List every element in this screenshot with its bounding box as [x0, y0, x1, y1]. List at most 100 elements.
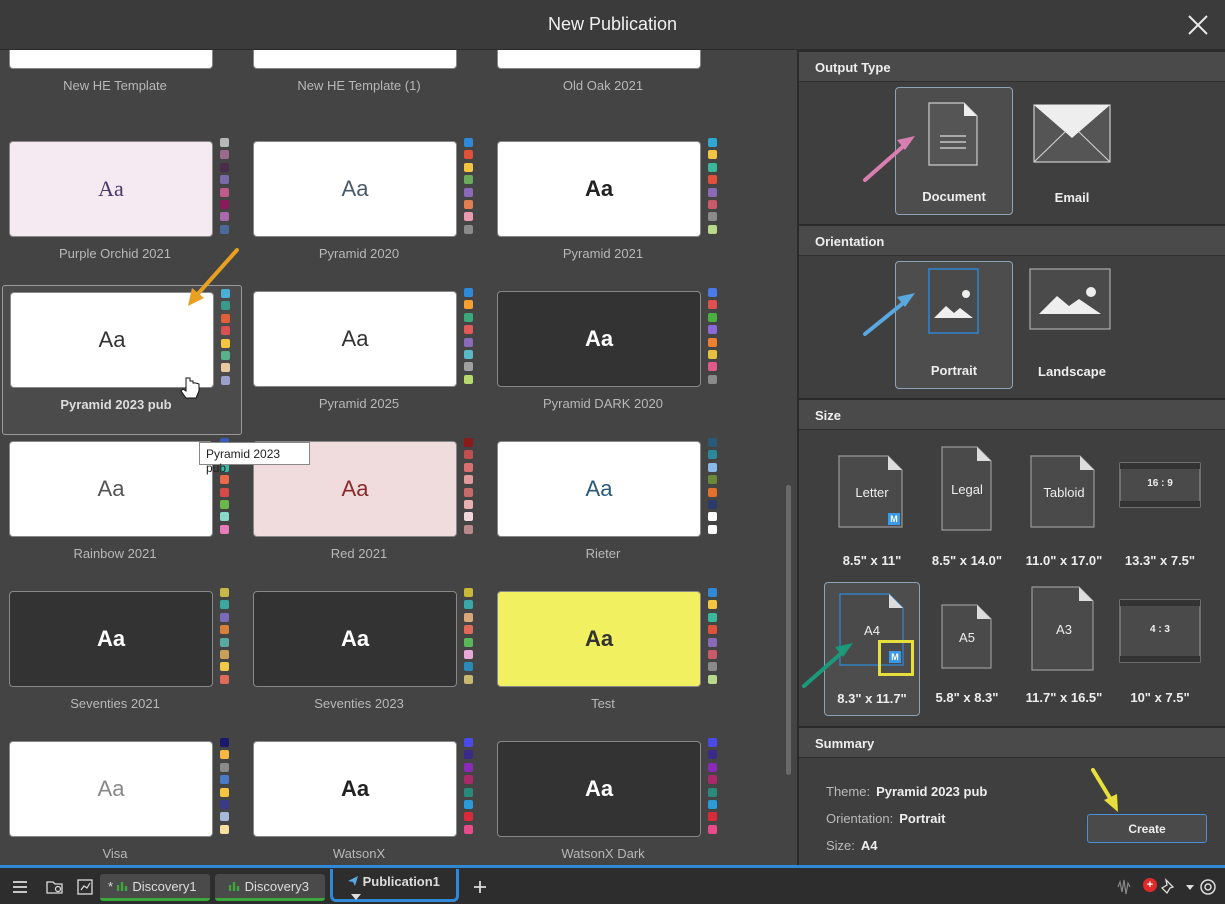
theme-preview	[9, 50, 213, 69]
caret-down-icon[interactable]	[1180, 877, 1200, 897]
data-explorer-icon[interactable]	[75, 877, 95, 897]
color-swatch	[221, 350, 230, 360]
theme-tile[interactable]: Aa Rieter	[490, 435, 730, 585]
portrait-image-icon	[928, 268, 979, 334]
theme-tile[interactable]: Aa Pyramid 2025	[246, 285, 486, 435]
tab-publication1[interactable]: Publication1	[330, 869, 459, 902]
badge-highlight-box	[878, 640, 914, 676]
color-swatch	[464, 812, 473, 822]
spiral-logo-icon[interactable]	[1198, 877, 1218, 897]
orientation-portrait-option[interactable]: Portrait	[895, 261, 1013, 389]
theme-name: Pyramid 2020	[318, 246, 400, 261]
color-swatch	[464, 775, 473, 785]
tab-discovery3[interactable]: Discovery3	[215, 874, 325, 901]
color-swatch	[708, 450, 717, 460]
theme-name: Rainbow 2021	[73, 546, 157, 561]
theme-preview: Aa	[253, 591, 457, 687]
paper-plane-icon	[348, 876, 358, 886]
theme-gallery[interactable]: New HE Template New HE Template (1) Old Oa…	[0, 50, 796, 865]
size-option[interactable]: A5 5.8" x 8.3"	[919, 582, 1015, 716]
size-option[interactable]: 16 : 9 13.3" x 7.5"	[1112, 445, 1208, 579]
size-option[interactable]: A3 11.7" x 16.5"	[1016, 582, 1112, 716]
theme-preview: Aa	[9, 741, 213, 837]
summary-theme-label: Theme:	[826, 784, 871, 799]
pin-icon[interactable]	[1158, 877, 1178, 897]
size-name: Tabloid	[1043, 485, 1085, 500]
color-swatch	[220, 824, 229, 834]
orientation-landscape-option[interactable]: Landscape	[1013, 261, 1131, 389]
output-document-option[interactable]: Document	[895, 87, 1013, 215]
theme-tile[interactable]: Aa Pyramid DARK 2020	[490, 285, 730, 435]
color-swatch	[220, 812, 229, 822]
gallery-scrollbar[interactable]	[786, 485, 791, 775]
color-swatch	[708, 738, 717, 747]
color-swatch	[220, 674, 229, 684]
theme-tile[interactable]: Aa Seventies 2023	[246, 585, 486, 735]
theme-preview: Aa	[253, 291, 457, 387]
size-option[interactable]: Tabloid 11.0" x 17.0"	[1016, 445, 1112, 579]
color-swatch	[464, 349, 473, 359]
theme-preview: Aa	[253, 141, 457, 237]
color-swatch	[464, 312, 473, 322]
theme-preview: Aa	[9, 591, 213, 687]
theme-color-swatches	[464, 438, 473, 537]
color-swatch	[464, 462, 473, 472]
theme-tile[interactable]: Old Oak 2021	[490, 50, 730, 117]
theme-tile[interactable]: Aa WatsonX Dark	[490, 735, 730, 865]
theme-name: Old Oak 2021	[562, 78, 644, 93]
color-swatch	[220, 738, 229, 747]
create-button[interactable]: Create	[1087, 814, 1207, 843]
color-swatch	[464, 738, 473, 747]
size-header: Size	[799, 398, 1225, 430]
theme-tile[interactable]: New HE Template (1)	[246, 50, 486, 117]
theme-tile[interactable]: Aa WatsonX	[246, 735, 486, 865]
theme-name: WatsonX	[332, 846, 386, 861]
size-name: A3	[1056, 622, 1072, 637]
orientation-portrait-label: Portrait	[930, 363, 978, 378]
color-swatch	[708, 462, 717, 472]
color-swatch	[708, 674, 717, 684]
tab-discovery1[interactable]: * Discovery1	[100, 874, 210, 901]
size-option[interactable]: A4 M 8.3" x 11.7"	[824, 582, 920, 716]
close-icon[interactable]	[1185, 12, 1211, 38]
theme-tile[interactable]: Aa Pyramid 2023 pub	[2, 285, 242, 435]
size-name: Letter	[855, 485, 889, 500]
color-swatch	[708, 499, 717, 509]
document-icon	[928, 102, 978, 166]
theme-tile[interactable]: Aa Purple Orchid 2021	[2, 135, 242, 285]
theme-color-swatches	[464, 588, 473, 687]
theme-preview: Aa	[497, 441, 701, 537]
hamburger-menu-icon[interactable]	[10, 877, 30, 897]
theme-tile[interactable]: Aa Test	[490, 585, 730, 735]
size-option[interactable]: Legal 8.5" x 14.0"	[919, 445, 1015, 579]
folder-search-icon[interactable]	[45, 877, 65, 897]
theme-tile[interactable]: Aa Pyramid 2021	[490, 135, 730, 285]
size-option[interactable]: 4 : 3 10" x 7.5"	[1112, 582, 1208, 716]
theme-preview: Aa	[9, 441, 213, 537]
color-swatch	[708, 750, 717, 760]
output-email-label: Email	[1054, 190, 1090, 205]
theme-preview	[497, 50, 701, 69]
color-swatch	[221, 313, 230, 323]
notification-badge[interactable]: +	[1143, 878, 1157, 892]
theme-tile[interactable]: Aa Pyramid 2020	[246, 135, 486, 285]
output-email-option[interactable]: Email	[1013, 87, 1131, 215]
sound-wave-icon[interactable]	[1114, 877, 1134, 897]
summary-theme-value: Pyramid 2023 pub	[876, 784, 988, 799]
color-swatch	[708, 524, 717, 534]
theme-color-swatches	[220, 138, 229, 237]
size-option[interactable]: Letter M 8.5" x 11"	[824, 445, 920, 579]
theme-tile[interactable]: Aa Seventies 2021	[2, 585, 242, 735]
theme-tile[interactable]: New HE Template	[2, 50, 242, 117]
theme-color-swatches	[708, 738, 717, 837]
color-swatch	[708, 612, 717, 622]
theme-name: Visa	[102, 846, 128, 861]
color-swatch	[464, 175, 473, 185]
tab-discovery3-label: Discovery3	[244, 879, 309, 894]
theme-tile[interactable]: Aa Visa	[2, 735, 242, 865]
orientation-header: Orientation	[799, 224, 1225, 256]
chevron-down-icon[interactable]	[351, 893, 361, 901]
add-tab-icon[interactable]	[470, 877, 490, 897]
color-swatch	[221, 375, 230, 385]
color-swatch	[220, 187, 229, 197]
